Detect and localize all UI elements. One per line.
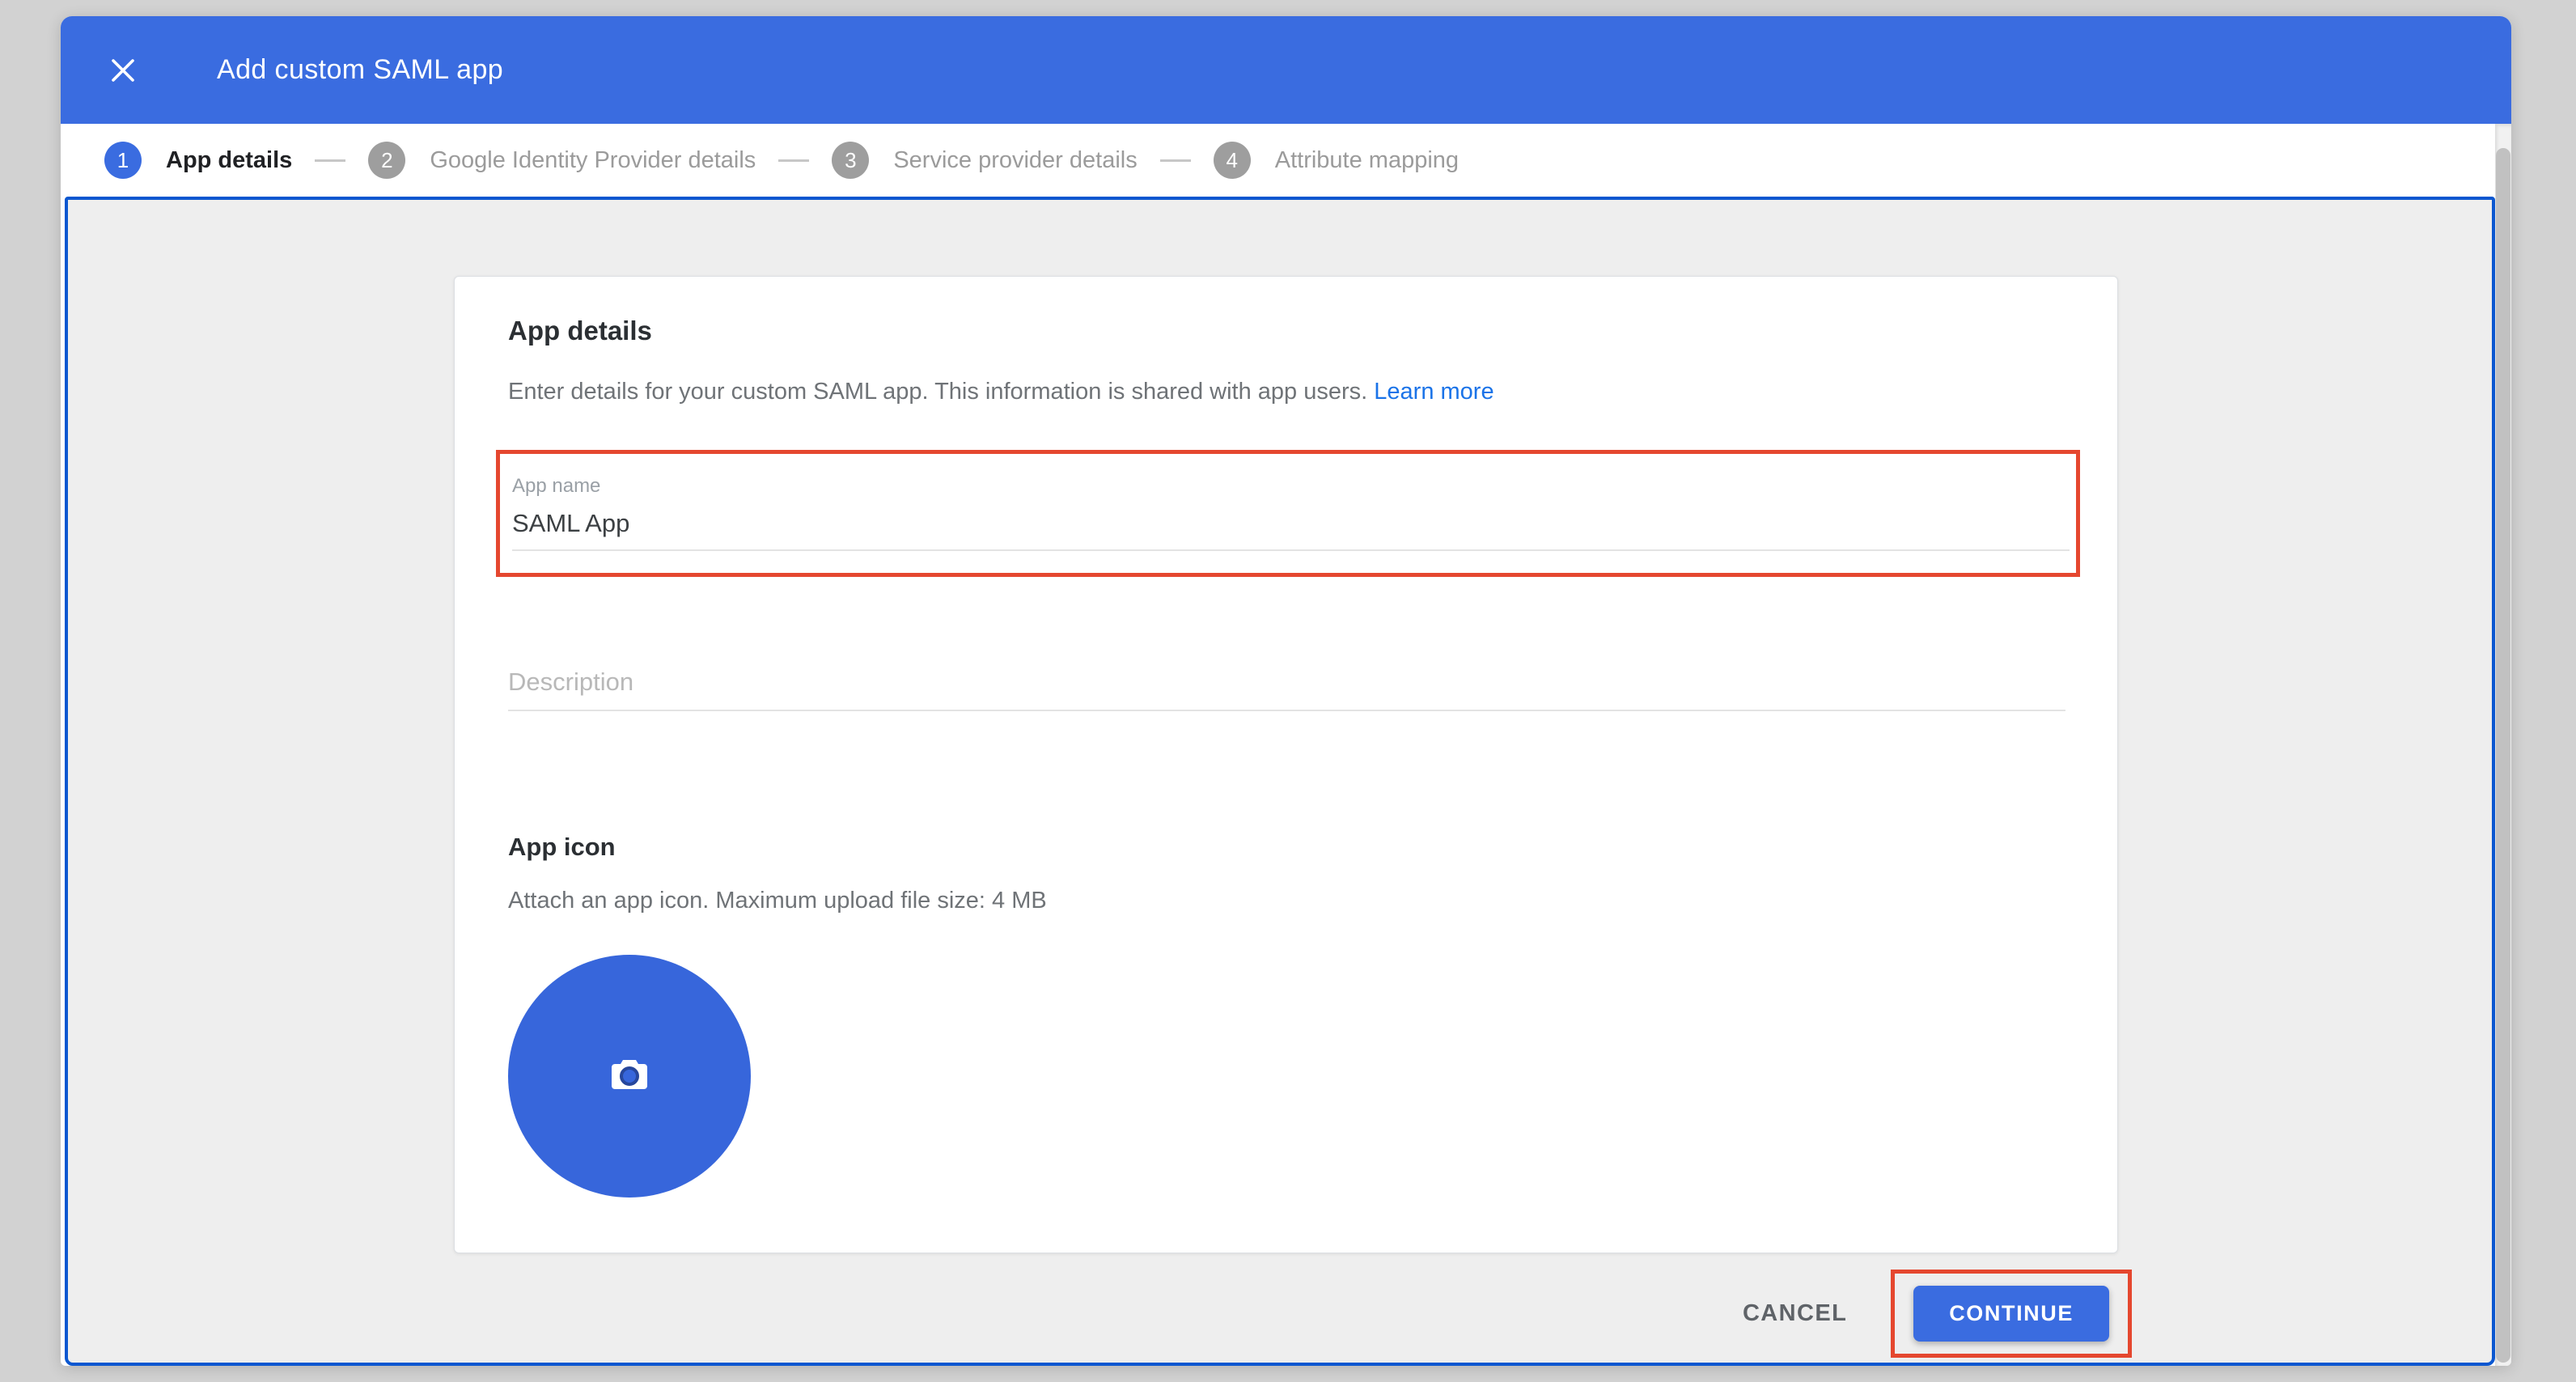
step-number-badge: 3 <box>832 142 869 179</box>
continue-button[interactable]: CONTINUE <box>1913 1286 2109 1342</box>
stepper-separator <box>778 159 809 162</box>
cancel-button[interactable]: CANCEL <box>1743 1300 1847 1327</box>
desktop-background: Add custom SAML app 1 App details 2 Goog… <box>0 0 2576 1382</box>
app-details-card: App details Enter details for your custo… <box>454 276 2118 1253</box>
app-name-input[interactable] <box>512 509 2070 551</box>
stepper-step-google-idp-details: 2 Google Identity Provider details <box>368 142 756 179</box>
section-description: Enter details for your custom SAML app. … <box>508 379 2064 405</box>
wizard-stepper: 1 App details 2 Google Identity Provider… <box>61 124 2495 197</box>
stepper-step-service-provider-details: 3 Service provider details <box>832 142 1137 179</box>
dialog-header: Add custom SAML app <box>61 16 2511 124</box>
scrollbar-track[interactable] <box>2495 124 2511 1366</box>
step-number-badge: 4 <box>1214 142 1251 179</box>
stepper-separator <box>315 159 345 162</box>
step-number-badge: 2 <box>368 142 405 179</box>
stepper-separator <box>1160 159 1191 162</box>
step-label: Attribute mapping <box>1275 147 1459 174</box>
section-heading-app-icon: App icon <box>508 833 2064 862</box>
annotation-box-app-name: App name <box>496 450 2080 577</box>
app-name-field-label: App name <box>512 475 2076 498</box>
scrollbar-thumb[interactable] <box>2496 148 2510 1363</box>
app-icon-upload-button[interactable] <box>508 955 751 1198</box>
camera-icon <box>610 1057 649 1096</box>
section-description-text: Enter details for your custom SAML app. … <box>508 379 1367 405</box>
app-icon-description: Attach an app icon. Maximum upload file … <box>508 888 2064 914</box>
step-label: Google Identity Provider details <box>430 147 756 174</box>
dialog-title: Add custom SAML app <box>217 54 503 86</box>
wizard-content-region: App details Enter details for your custo… <box>65 197 2495 1366</box>
section-heading-app-details: App details <box>508 316 2064 346</box>
learn-more-link[interactable]: Learn more <box>1374 379 1493 405</box>
step-label: App details <box>166 147 292 174</box>
description-input[interactable] <box>508 668 2065 711</box>
stepper-step-attribute-mapping: 4 Attribute mapping <box>1214 142 1459 179</box>
annotation-box-continue: CONTINUE <box>1891 1270 2132 1358</box>
footer-actions: CANCEL CONTINUE <box>1743 1270 2132 1358</box>
stepper-step-app-details: 1 App details <box>104 142 292 179</box>
add-custom-saml-app-dialog: Add custom SAML app 1 App details 2 Goog… <box>61 16 2511 1366</box>
step-label: Service provider details <box>893 147 1137 174</box>
step-number-badge: 1 <box>104 142 142 179</box>
close-icon[interactable] <box>105 53 141 88</box>
